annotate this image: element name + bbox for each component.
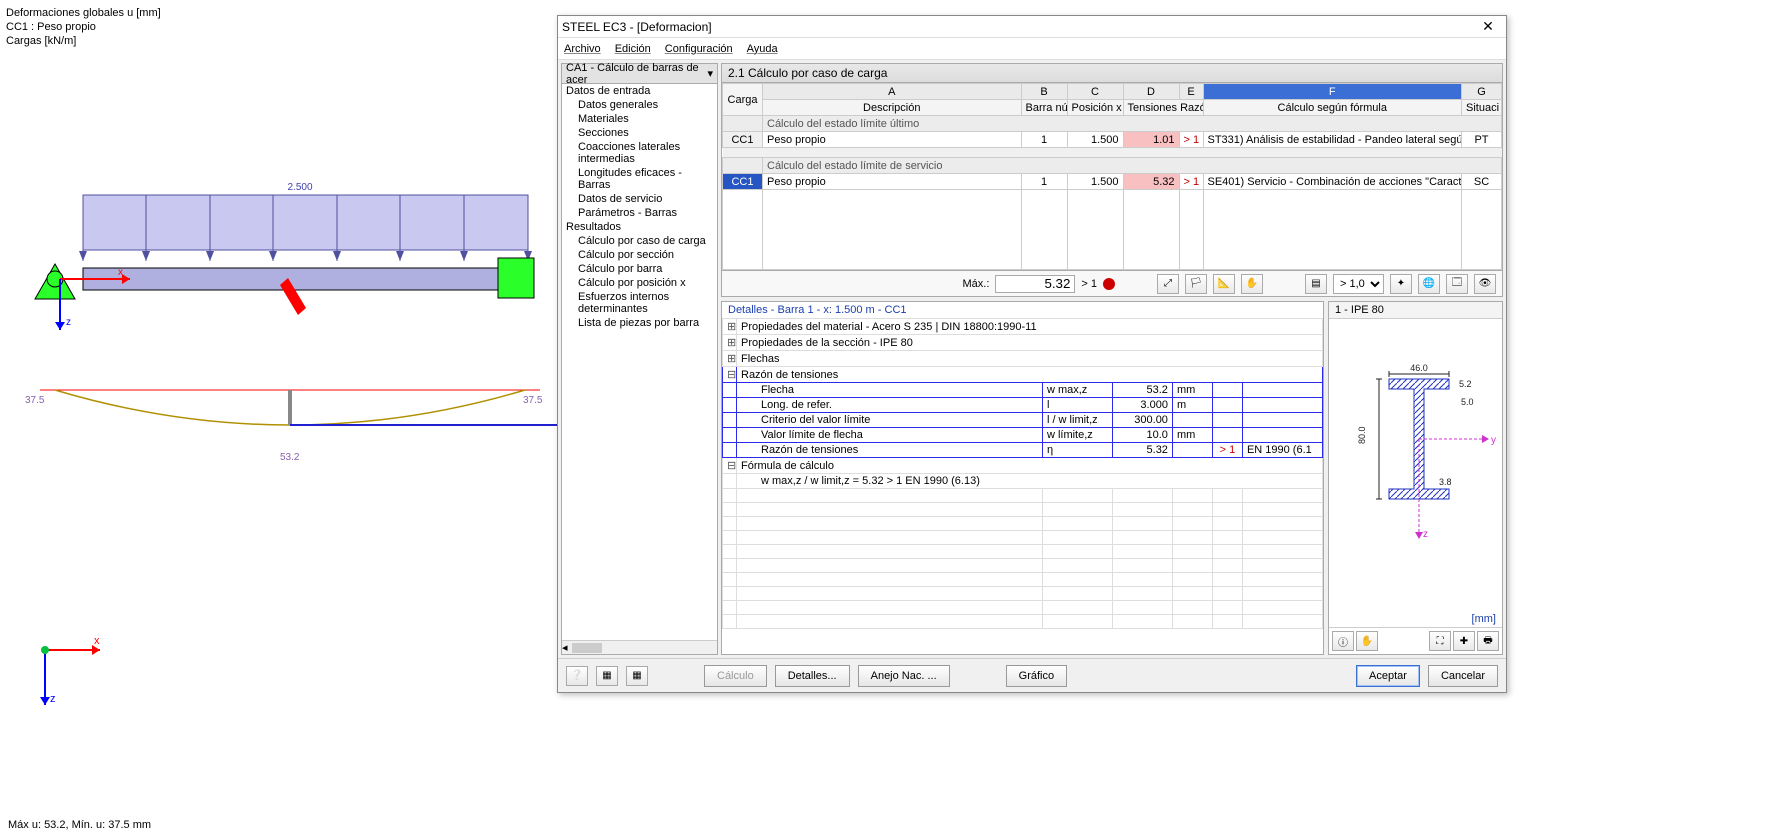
table-row-selected[interactable]: CC1 Peso propio 1 1.500 5.32 > 1 SE401) … [723, 174, 1502, 190]
menu-configuracion[interactable]: Configuración [665, 43, 733, 55]
titlebar[interactable]: STEEL EC3 - [Deformacion] ✕ [558, 16, 1506, 38]
help-icon[interactable]: ❔ [566, 666, 588, 686]
tree-item[interactable]: Longitudes eficaces - Barras [562, 166, 717, 192]
case-combo[interactable]: CA1 - Cálculo de barras de acer▾ [562, 64, 717, 84]
menu-archivo[interactable]: Archivo [564, 43, 601, 55]
tool-icon[interactable]: ✋ [1356, 631, 1378, 651]
svg-text:46.0: 46.0 [1410, 363, 1428, 373]
window-title: STEEL EC3 - [Deformacion] [562, 20, 1474, 34]
svg-text:5.2: 5.2 [1459, 379, 1472, 389]
tree-item[interactable]: Esfuerzos internos determinantes [562, 290, 717, 316]
svg-text:3.8: 3.8 [1439, 477, 1452, 487]
graph-button[interactable]: Gráfico [1006, 665, 1067, 687]
svg-text:5.0: 5.0 [1461, 397, 1474, 407]
max-gt: > 1 [1081, 278, 1097, 290]
tool-icon[interactable]: ▦ [626, 666, 648, 686]
chevron-down-icon: ▾ [707, 67, 713, 80]
table-row[interactable]: CC1 Peso propio 1 1.500 1.01 > 1 ST331) … [723, 132, 1502, 148]
tool-icon[interactable]: ▦ [596, 666, 618, 686]
tree-item[interactable]: Cálculo por posición x [562, 276, 717, 290]
viewport-info: Deformaciones globales u [mm] CC1 : Peso… [6, 6, 161, 48]
svg-text:53.2: 53.2 [280, 452, 300, 463]
tool-icon[interactable]: ✚ [1453, 631, 1475, 651]
tool-icon[interactable]: 👁 [1474, 274, 1496, 294]
section-title: 2.1 Cálculo por caso de carga [721, 63, 1503, 83]
tool-icon[interactable]: ⤢ [1157, 274, 1179, 294]
svg-text:z: z [1423, 529, 1428, 540]
svg-text:z: z [50, 693, 56, 705]
tree-item[interactable]: Coacciones laterales intermedias [562, 140, 717, 166]
svg-text:x: x [118, 267, 123, 278]
menu-edicion[interactable]: Edición [615, 43, 651, 55]
details-grid[interactable]: ⊞Propiedades del material - Acero S 235 … [722, 318, 1323, 654]
tree-item[interactable]: Cálculo por sección [562, 248, 717, 262]
load-value: 2.500 [287, 182, 312, 193]
details-button[interactable]: Detalles... [775, 665, 850, 687]
svg-text:37.5: 37.5 [523, 395, 543, 406]
tool-icon[interactable]: 🗔 [1446, 274, 1468, 294]
tool-icon[interactable]: 🌐 [1418, 274, 1440, 294]
profile-units: [mm] [1329, 611, 1502, 627]
filter-icon[interactable]: ▤ [1305, 274, 1327, 294]
tool-icon[interactable]: ⛶ [1429, 631, 1451, 651]
max-label: Máx.: [962, 278, 989, 290]
tool-icon[interactable]: 📐 [1213, 274, 1235, 294]
tree-item[interactable]: Datos generales [562, 98, 717, 112]
close-icon[interactable]: ✕ [1474, 18, 1502, 35]
profile-title: 1 - IPE 80 [1329, 302, 1502, 319]
tree-group-input[interactable]: Datos de entrada [562, 84, 717, 98]
profile-panel: 1 - IPE 80 46.0 80.0 [1328, 301, 1503, 655]
svg-text:37.5: 37.5 [25, 395, 45, 406]
print-icon[interactable]: 🖶 [1477, 631, 1499, 651]
details-title: Detalles - Barra 1 - x: 1.500 m - CC1 [722, 302, 1323, 318]
tree-item[interactable]: Materiales [562, 112, 717, 126]
max-value-input[interactable] [995, 275, 1075, 293]
details-panel: Detalles - Barra 1 - x: 1.500 m - CC1 ⊞P… [721, 301, 1324, 655]
tree-item[interactable]: Cálculo por barra [562, 262, 717, 276]
status-bar: Máx u: 53.2, Mín. u: 37.5 mm [8, 819, 151, 831]
profile-drawing: 46.0 80.0 5.2 5.0 3.8 y z [1329, 319, 1502, 611]
tree-hscroll[interactable]: ◂ [562, 640, 717, 654]
svg-text:y: y [1491, 435, 1496, 446]
menubar: Archivo Edición Configuración Ayuda [558, 38, 1506, 60]
tree-group-results[interactable]: Resultados [562, 220, 717, 234]
anejo-button[interactable]: Anejo Nac. ... [858, 665, 950, 687]
accept-button[interactable]: Aceptar [1356, 665, 1420, 687]
calc-button[interactable]: Cálculo [704, 665, 767, 687]
grid-toolbar: Máx.: > 1 ⤢ 🏳 📐 ✋ ▤ > 1,0 ✦ 🌐 🗔 👁 [721, 271, 1503, 297]
tree-item[interactable]: Datos de servicio [562, 192, 717, 206]
filter-select[interactable]: > 1,0 [1333, 274, 1384, 294]
nav-tree: CA1 - Cálculo de barras de acer▾ Datos d… [561, 63, 718, 655]
results-grid[interactable]: Carga A B C D E F G Descripción Barra nú… [721, 83, 1503, 271]
menu-ayuda[interactable]: Ayuda [747, 43, 778, 55]
svg-text:x: x [94, 635, 100, 647]
tree-item[interactable]: Lista de piezas por barra [562, 316, 717, 330]
tool-icon[interactable]: ✦ [1390, 274, 1412, 294]
svg-text:80.0: 80.0 [1357, 426, 1367, 444]
info-icon[interactable]: ⓘ [1332, 631, 1354, 651]
dialog-steel-ec3: STEEL EC3 - [Deformacion] ✕ Archivo Edic… [557, 15, 1507, 693]
tool-icon[interactable]: ✋ [1241, 274, 1263, 294]
tree-item[interactable]: Parámetros - Barras [562, 206, 717, 220]
status-dot-icon [1103, 278, 1115, 290]
cancel-button[interactable]: Cancelar [1428, 665, 1498, 687]
tree-item[interactable]: Secciones [562, 126, 717, 140]
tree-item[interactable]: Cálculo por caso de carga [562, 234, 717, 248]
col-carga: Carga [723, 84, 763, 116]
svg-text:z: z [66, 317, 71, 328]
tool-icon[interactable]: 🏳 [1185, 274, 1207, 294]
dialog-footer: ❔ ▦ ▦ Cálculo Detalles... Anejo Nac. ...… [558, 658, 1506, 692]
